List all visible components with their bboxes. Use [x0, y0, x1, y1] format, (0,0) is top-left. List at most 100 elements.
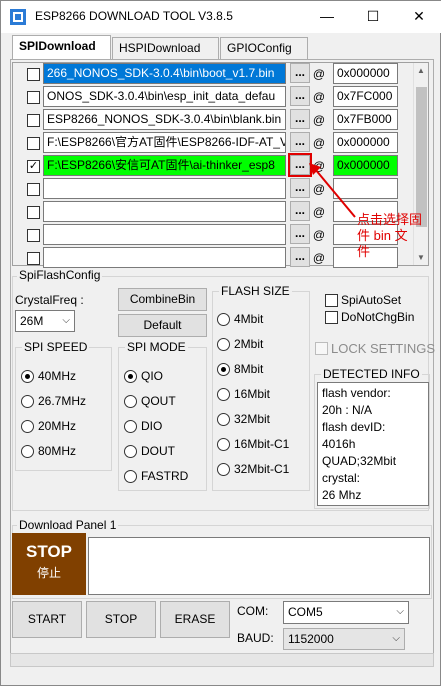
start-button[interactable]: START [12, 601, 82, 638]
file-path-input[interactable] [43, 247, 286, 268]
file-checkbox[interactable] [27, 229, 40, 242]
address-input[interactable]: 0x000000 [333, 132, 398, 153]
spi-speed-label: 40MHz [38, 369, 77, 383]
file-checkbox[interactable] [27, 114, 40, 127]
spi-speed-radio[interactable] [21, 370, 34, 383]
detected-line: flash devID: [322, 420, 386, 434]
file-path-input[interactable] [43, 178, 286, 199]
spi-speed-radio[interactable] [21, 395, 34, 408]
file-checkbox[interactable] [27, 252, 40, 265]
browse-file-button[interactable]: ... [290, 224, 310, 244]
flash-size-title: FLASH SIZE [219, 284, 292, 298]
file-path-input[interactable]: F:\ESP8266\官方AT固件\ESP8266-IDF-AT_V [43, 132, 286, 153]
tab-spidownload[interactable]: SPIDownload [12, 35, 111, 60]
status-bar [10, 653, 434, 667]
flash-size-label: 2Mbit [234, 337, 264, 351]
scroll-up-icon[interactable]: ▲ [417, 66, 425, 75]
tab-hspidownload[interactable]: HSPIDownload [112, 37, 219, 59]
spi-speed-label: 26.7MHz [38, 394, 87, 408]
spi-speed-radio[interactable] [21, 445, 34, 458]
detected-line: QUAD;32Mbit [322, 454, 397, 468]
scroll-thumb[interactable] [416, 87, 427, 227]
file-path-input[interactable]: ONOS_SDK-3.0.4\bin\esp_init_data_defau [43, 86, 286, 107]
close-icon[interactable]: ✕ [396, 1, 441, 31]
maximize-icon[interactable]: ☐ [350, 1, 396, 31]
flash-size-radio[interactable] [217, 338, 230, 351]
spi-auto-set-checkbox[interactable] [325, 294, 338, 307]
file-checkbox[interactable]: ✓ [27, 160, 40, 173]
flash-size-radio[interactable] [217, 313, 230, 326]
browse-file-button[interactable]: ... [290, 86, 310, 106]
browse-file-button[interactable]: ... [290, 132, 310, 152]
spi-mode-radio[interactable] [124, 470, 137, 483]
spi-speed-radio[interactable] [21, 420, 34, 433]
file-path-input[interactable] [43, 201, 286, 222]
flash-size-radio[interactable] [217, 363, 230, 376]
window-title: ESP8266 DOWNLOAD TOOL V3.8.5 [35, 9, 233, 23]
address-input[interactable]: 0x000000 [333, 63, 398, 84]
chevron-down-icon: ⌵ [62, 315, 70, 326]
flash-size-label: 32Mbit-C1 [234, 462, 290, 476]
at-label: @ [312, 251, 326, 265]
spi-mode-radio[interactable] [124, 420, 137, 433]
address-input[interactable]: 0x7FC000 [333, 86, 398, 107]
tab-gpioconfig[interactable]: GPIOConfig [220, 37, 308, 59]
flash-size-label: 8Mbit [234, 362, 264, 376]
lock-settings-checkbox[interactable] [315, 342, 328, 355]
flash-size-label: 32Mbit [234, 412, 271, 426]
minimize-icon[interactable]: — [304, 1, 350, 31]
file-checkbox[interactable] [27, 206, 40, 219]
spi-speed-title: SPI SPEED [22, 340, 90, 354]
spi-speed-label: 80MHz [38, 444, 77, 458]
file-path-input[interactable]: 266_NONOS_SDK-3.0.4\bin\boot_v1.7.bin [43, 63, 286, 84]
detected-line: 4016h [322, 437, 356, 451]
file-checkbox[interactable] [27, 183, 40, 196]
file-path-input[interactable]: ESP8266_NONOS_SDK-3.0.4\bin\blank.bin [43, 109, 286, 130]
crystal-freq-value: 26M [20, 314, 44, 328]
default-button[interactable]: Default [118, 314, 207, 337]
detected-line: flash vendor: [322, 386, 391, 400]
spi-auto-set-label: SpiAutoSet [341, 293, 402, 307]
address-input[interactable]: 0x7FB000 [333, 109, 398, 130]
spi-mode-title: SPI MODE [125, 340, 188, 354]
flash-size-radio[interactable] [217, 388, 230, 401]
browse-file-button[interactable]: ... [290, 63, 310, 83]
spi-mode-radio[interactable] [124, 395, 137, 408]
spi-mode-label: QOUT [141, 394, 176, 408]
stop-button[interactable]: STOP [86, 601, 156, 638]
file-checkbox[interactable] [27, 91, 40, 104]
file-checkbox[interactable] [27, 137, 40, 150]
detected-line: crystal: [322, 471, 361, 485]
flash-size-radio[interactable] [217, 438, 230, 451]
spi-mode-label: DIO [141, 419, 163, 433]
flash-size-label: 16Mbit [234, 387, 271, 401]
browse-file-button[interactable]: ... [290, 247, 310, 267]
spi-mode-radio[interactable] [124, 370, 137, 383]
com-select[interactable]: COM5 ⌵ [283, 601, 409, 624]
baud-select[interactable]: 1152000 ⌵ [283, 628, 405, 650]
browse-file-button[interactable]: ... [290, 109, 310, 129]
spi-mode-label: FASTRD [141, 469, 189, 483]
download-panel-title: Download Panel 1 [17, 518, 119, 532]
title-bar: ESP8266 DOWNLOAD TOOL V3.8.5 — ☐ ✕ [1, 1, 441, 33]
crystal-freq-select[interactable]: 26M ⌵ [15, 310, 75, 332]
file-path-input[interactable]: F:\ESP8266\安信可AT固件\ai-thinker_esp8 [43, 155, 286, 176]
do-not-chg-bin-checkbox[interactable] [325, 311, 338, 324]
at-label: @ [312, 228, 326, 242]
file-list-scrollbar[interactable]: ▲ ▼ [413, 63, 428, 265]
baud-value: 1152000 [288, 632, 334, 646]
annotation-line-3: 件 [357, 244, 371, 259]
file-checkbox[interactable] [27, 68, 40, 81]
flash-size-radio[interactable] [217, 413, 230, 426]
spi-mode-radio[interactable] [124, 445, 137, 458]
scroll-down-icon[interactable]: ▼ [417, 253, 425, 262]
annotation-line-2: 件 bin 文 [357, 228, 408, 243]
file-path-input[interactable] [43, 224, 286, 245]
combine-bin-button[interactable]: CombineBin [118, 288, 207, 311]
stop-tile-title: STOP [26, 542, 72, 561]
annotation-line-1: 点击选择固 [357, 212, 423, 227]
spi-mode-label: QIO [141, 369, 164, 383]
stop-tile-subtitle: 停止 [36, 566, 61, 580]
erase-button[interactable]: ERASE [160, 601, 230, 638]
flash-size-radio[interactable] [217, 463, 230, 476]
